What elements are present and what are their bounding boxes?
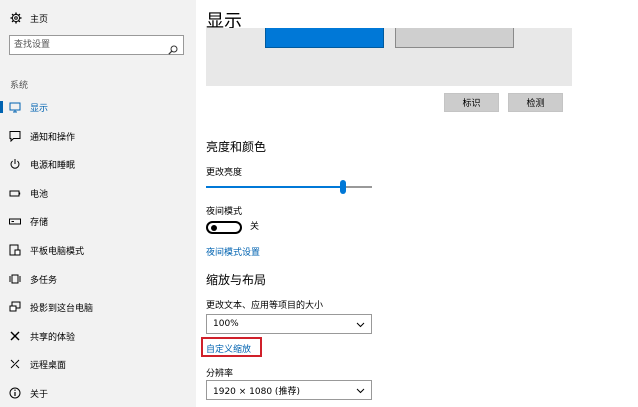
message-icon [9,130,21,142]
brightness-heading: 亮度和颜色 [206,140,267,154]
sidebar-item-storage[interactable]: 存储 [0,210,196,232]
sidebar-item-label: 关于 [30,389,49,400]
toggle-knob [211,225,217,231]
sidebar-item-label: 存储 [30,217,49,228]
resolution-dropdown[interactable]: 1920 × 1080 (推荐) [206,380,372,400]
battery-icon [9,187,21,199]
monitor-1-tile[interactable] [265,28,384,48]
section-label-system: 系统 [10,81,29,91]
sidebar-item-label: 电池 [30,189,49,200]
chevron-down-icon [356,386,365,395]
gear-icon [10,12,22,24]
scale-dropdown[interactable]: 100% [206,314,372,334]
scale-layout-heading: 缩放与布局 [206,273,267,287]
home-label: 主页 [30,14,49,25]
sidebar-item-about[interactable]: 关于 [0,382,196,404]
main-content: 显示 标识 检测 亮度和颜色 更改亮度 夜间模式 关 夜间模式设置 缩放与布局 … [196,0,638,407]
resolution-label: 分辨率 [206,369,234,379]
multitask-icon [9,273,21,285]
storage-icon [9,215,21,227]
sidebar-item-battery[interactable]: 电池 [0,182,196,204]
sidebar-item-label: 显示 [30,103,49,114]
home-link[interactable]: 主页 [10,10,48,26]
project-icon [9,301,21,313]
shared-icon [9,330,21,342]
detect-button[interactable]: 检测 [508,93,563,112]
sidebar: 主页 系统 显示 通知和操作 电源和睡眠 [0,0,196,407]
power-icon [9,158,21,170]
custom-scaling-link[interactable]: 自定义缩放 [206,342,251,355]
sidebar-item-label: 多任务 [30,275,58,286]
monitor-icon [9,101,21,113]
night-light-state: 关 [250,222,260,232]
remote-icon [9,358,21,370]
sidebar-item-display[interactable]: 显示 [0,96,196,118]
sidebar-item-label: 电源和睡眠 [30,160,76,171]
chevron-down-icon [356,320,365,329]
sidebar-item-tablet-mode[interactable]: 平板电脑模式 [0,239,196,261]
sidebar-item-shared-experiences[interactable]: 共享的体验 [0,325,196,347]
sidebar-item-remote-desktop[interactable]: 远程桌面 [0,353,196,375]
search-icon[interactable] [168,40,178,55]
scale-label: 更改文本、应用等项目的大小 [206,301,324,311]
sidebar-item-label: 远程桌面 [30,360,67,371]
sidebar-item-label: 通知和操作 [30,132,76,143]
brightness-slider[interactable] [206,180,372,194]
night-light-settings-link[interactable]: 夜间模式设置 [206,245,260,258]
sidebar-item-multitasking[interactable]: 多任务 [0,268,196,290]
resolution-value: 1920 × 1080 (推荐) [213,386,300,397]
sidebar-item-notifications[interactable]: 通知和操作 [0,125,196,147]
slider-fill [206,186,340,188]
display-arrangement-preview [206,28,572,86]
scale-value: 100% [213,319,239,329]
slider-track [346,186,372,188]
slider-thumb[interactable] [340,180,346,194]
sidebar-item-label: 共享的体验 [30,332,76,343]
night-light-toggle[interactable] [206,221,242,234]
info-icon [9,387,21,399]
active-indicator [0,101,3,113]
monitor-2-tile[interactable] [395,28,514,48]
tablet-icon [9,244,21,256]
sidebar-item-projecting[interactable]: 投影到这台电脑 [0,296,196,318]
sidebar-item-label: 平板电脑模式 [30,246,85,257]
search-input[interactable] [10,36,160,54]
sidebar-item-power[interactable]: 电源和睡眠 [0,153,196,175]
sidebar-item-label: 投影到这台电脑 [30,303,94,314]
search-box[interactable] [9,35,184,55]
night-light-label: 夜间模式 [206,207,243,217]
identify-button[interactable]: 标识 [444,93,499,112]
brightness-label: 更改亮度 [206,168,243,178]
